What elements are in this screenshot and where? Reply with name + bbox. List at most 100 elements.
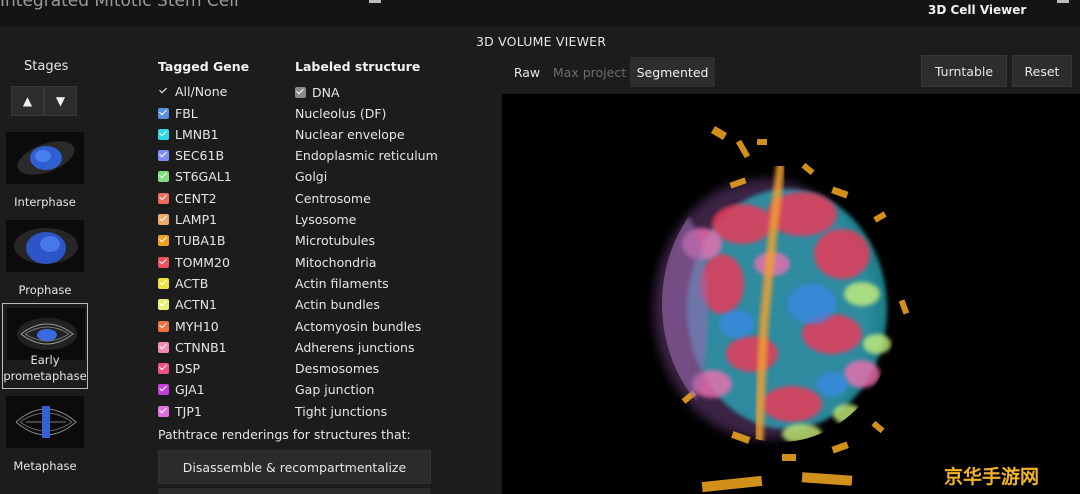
stage-metaphase[interactable]: Metaphase bbox=[2, 392, 88, 478]
gene-toggle-ctnnb1[interactable]: CTNNB1 bbox=[158, 338, 227, 356]
structure-label: Mitochondria bbox=[295, 254, 377, 270]
gene-toggle-st6gal1[interactable]: ST6GAL1 bbox=[158, 168, 232, 186]
gene-toggle-myh10[interactable]: MYH10 bbox=[158, 317, 219, 335]
structure-label: Nucleolus (DF) bbox=[295, 105, 387, 121]
pathtrace-label: Pathtrace renderings for structures that… bbox=[158, 427, 411, 442]
gene-toggle-actb[interactable]: ACTB bbox=[158, 274, 208, 292]
labeled-structure-header: Labeled structure bbox=[295, 59, 421, 74]
structure-label: Endoplasmic reticulum bbox=[295, 148, 438, 164]
gene-toggle-cent2[interactable]: CENT2 bbox=[158, 189, 217, 207]
cell-rendering bbox=[654, 126, 910, 493]
gene-toggle-gja1[interactable]: GJA1 bbox=[158, 381, 205, 399]
app-title: Integrated Mitotic Stem Cell bbox=[0, 0, 239, 11]
gene-name: MYH10 bbox=[175, 318, 219, 334]
stage-thumbnail bbox=[6, 220, 84, 272]
gene-name: GJA1 bbox=[175, 382, 205, 398]
structure-label: Gap junction bbox=[295, 382, 375, 398]
viewer-badge: 3D Cell Viewer bbox=[928, 3, 1027, 17]
gene-name: CENT2 bbox=[175, 190, 217, 206]
stage-label: Early prometaphase bbox=[3, 353, 87, 383]
structure-label: Nuclear envelope bbox=[295, 126, 405, 142]
gene-toggle-fbl[interactable]: FBL bbox=[158, 104, 198, 122]
gene-toggle-tjp1[interactable]: TJP1 bbox=[158, 402, 202, 420]
gene-toggle-tuba1b[interactable]: TUBA1B bbox=[158, 232, 225, 250]
checkbox-check-icon[interactable] bbox=[158, 235, 169, 247]
reset-button[interactable]: Reset bbox=[1012, 55, 1072, 87]
structure-label: Actin filaments bbox=[295, 275, 389, 291]
stage-thumbnail bbox=[6, 132, 84, 184]
stage-thumbnail bbox=[6, 396, 84, 448]
checkbox-check-icon[interactable] bbox=[158, 128, 169, 140]
checkbox-check-icon[interactable] bbox=[158, 341, 169, 353]
gene-name: CTNNB1 bbox=[175, 339, 227, 355]
structure-label: Adherens junctions bbox=[295, 339, 415, 355]
structure-label: Actin bundles bbox=[295, 297, 380, 313]
gene-name: LAMP1 bbox=[175, 212, 218, 227]
checkbox-check-icon[interactable] bbox=[158, 214, 169, 225]
stage-prophase[interactable]: Prophase bbox=[2, 216, 88, 302]
disassemble-button[interactable]: Disassemble & recompartmentalize bbox=[158, 450, 431, 484]
structure-label: Tight junctions bbox=[295, 403, 388, 419]
checkbox-check-icon[interactable] bbox=[158, 86, 169, 97]
mode-segmented-button[interactable]: Segmented bbox=[630, 57, 715, 87]
mode-max-project-button[interactable]: Max project bbox=[549, 57, 630, 87]
arrow-down-icon: ▼ bbox=[55, 94, 66, 108]
all-none-toggle[interactable]: All/None bbox=[158, 82, 227, 100]
checkbox-check-icon[interactable] bbox=[158, 107, 169, 119]
arrow-up-icon: ▲ bbox=[22, 94, 33, 108]
checkbox-check-icon[interactable] bbox=[295, 86, 306, 98]
gene-name: TUBA1B bbox=[175, 233, 226, 249]
viewer-title: 3D VOLUME VIEWER bbox=[476, 34, 607, 49]
stage-up-button[interactable]: ▲ bbox=[11, 86, 44, 116]
tagged-gene-header: Tagged Gene bbox=[158, 59, 250, 74]
gene-toggle-tomm20[interactable]: TOMM20 bbox=[158, 253, 230, 271]
gene-name: SEC61B bbox=[175, 148, 225, 164]
stage-down-button[interactable]: ▼ bbox=[44, 86, 77, 116]
structure-label: Microtubules bbox=[295, 233, 375, 249]
checkbox-check-icon[interactable] bbox=[158, 363, 169, 375]
checkbox-check-icon[interactable] bbox=[158, 171, 169, 183]
gene-toggle-lmnb1[interactable]: LMNB1 bbox=[158, 125, 219, 143]
next-pathtrace-button[interactable] bbox=[158, 488, 431, 494]
dna-toggle[interactable]: DNA bbox=[295, 83, 340, 101]
stage-label: Interphase bbox=[14, 195, 76, 209]
stage-label: Metaphase bbox=[13, 459, 77, 473]
checkbox-check-icon[interactable] bbox=[158, 405, 169, 417]
structure-label: Centrosome bbox=[295, 190, 371, 206]
checkbox-check-icon[interactable] bbox=[158, 320, 169, 332]
turntable-button[interactable]: Turntable bbox=[921, 55, 1007, 87]
minimize-icon-right[interactable] bbox=[1057, 0, 1069, 3]
structure-label: Golgi bbox=[295, 169, 328, 185]
gene-name: All/None bbox=[175, 83, 228, 99]
stage-label: Prophase bbox=[18, 283, 72, 297]
gene-name: TOMM20 bbox=[175, 254, 230, 270]
checkbox-check-icon[interactable] bbox=[158, 256, 169, 268]
gene-toggle-dsp[interactable]: DSP bbox=[158, 360, 200, 378]
volume-viewer-canvas[interactable] bbox=[502, 94, 1080, 494]
structure-label: Desmosomes bbox=[295, 361, 380, 377]
structure-label: Lysosome bbox=[295, 212, 357, 227]
stages-title: Stages bbox=[24, 59, 69, 74]
checkbox-check-icon[interactable] bbox=[158, 150, 169, 162]
watermark-logo: 京华手游网 bbox=[944, 466, 1040, 488]
gene-toggle-actn1[interactable]: ACTN1 bbox=[158, 296, 217, 314]
gene-name: ACTB bbox=[175, 275, 209, 291]
checkbox-check-icon[interactable] bbox=[158, 384, 169, 396]
checkbox-check-icon[interactable] bbox=[158, 277, 169, 289]
gene-name: ACTN1 bbox=[175, 297, 217, 313]
structure-name: DNA bbox=[312, 84, 340, 100]
checkbox-check-icon[interactable] bbox=[158, 299, 169, 311]
gene-name: FBL bbox=[175, 105, 198, 121]
gene-name: LMNB1 bbox=[175, 126, 219, 142]
checkbox-check-icon[interactable] bbox=[158, 192, 169, 204]
stage-early-prometaphase[interactable]: Early prometaphase bbox=[2, 303, 88, 389]
gene-name: ST6GAL1 bbox=[175, 169, 232, 185]
gene-name: TJP1 bbox=[175, 403, 202, 419]
gene-toggle-sec61b[interactable]: SEC61B bbox=[158, 147, 224, 165]
stage-interphase[interactable]: Interphase bbox=[2, 128, 88, 214]
minimize-icon[interactable] bbox=[369, 0, 381, 3]
structure-label: Actomyosin bundles bbox=[295, 318, 422, 334]
gene-toggle-lamp1[interactable]: LAMP1 bbox=[158, 211, 217, 229]
mode-raw-button[interactable]: Raw bbox=[505, 57, 549, 87]
gene-name: DSP bbox=[175, 361, 201, 377]
